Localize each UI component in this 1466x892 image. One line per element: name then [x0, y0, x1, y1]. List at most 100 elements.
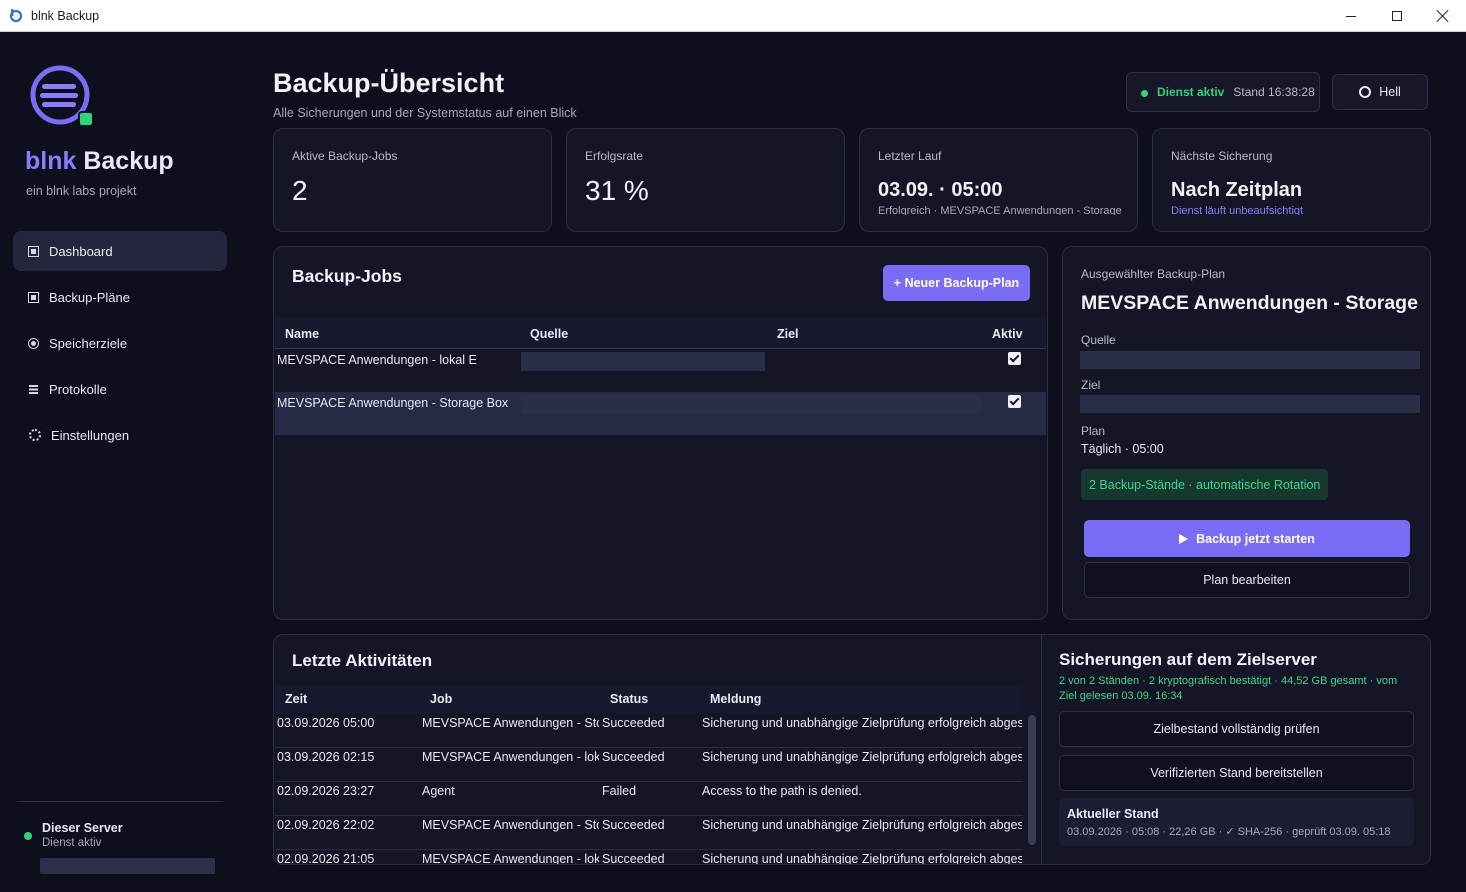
- job-name: MEVSPACE Anwendungen - Storage Box: [277, 396, 509, 410]
- activity-time: 02.09.2026 23:27: [277, 784, 375, 798]
- table-row[interactable]: 02.09.2026 23:27 Agent Failed Access to …: [275, 782, 1023, 816]
- activity-message: Sicherung und unabhängige Zielprüfung er…: [702, 716, 1022, 730]
- activities-panel: Letzte Aktivitäten Zeit Job Status Meldu…: [273, 634, 1431, 865]
- stat-note: Erfolgreich · MEVSPACE Anwendungen - Sto…: [878, 205, 1123, 215]
- column-header-source[interactable]: Quelle: [530, 327, 568, 341]
- table-row[interactable]: 02.09.2026 21:05 MEVSPACE Anwendungen - …: [275, 850, 1023, 865]
- status-timestamp: Stand 16:38:28: [1233, 85, 1315, 99]
- close-button[interactable]: [1420, 0, 1466, 32]
- sidebar-item-einstellungen[interactable]: Einstellungen: [13, 415, 227, 455]
- sidebar-item-dashboard[interactable]: Dashboard: [13, 231, 227, 271]
- sidebar-item-protokolle[interactable]: Protokolle: [13, 369, 227, 409]
- column-header-time[interactable]: Zeit: [285, 692, 307, 706]
- table-row[interactable]: 03.09.2026 05:00 MEVSPACE Anwendungen - …: [275, 714, 1023, 748]
- grid-icon: [28, 245, 39, 257]
- minimize-button[interactable]: [1328, 0, 1374, 32]
- activity-time: 03.09.2026 02:15: [277, 750, 375, 764]
- activity-job: MEVSPACE Anwendungen - lokal E: [422, 852, 599, 865]
- backup-jobs-title: Backup-Jobs: [292, 266, 402, 286]
- job-name: MEVSPACE Anwendungen - lokal E: [277, 353, 477, 367]
- brand-tagline: ein blnk labs projekt: [26, 184, 137, 198]
- brand-logo-icon: [30, 65, 94, 127]
- theme-toggle-button[interactable]: Hell: [1332, 74, 1428, 110]
- activities-scrollbar[interactable]: [1027, 713, 1036, 863]
- stat-label: Nächste Sicherung: [1171, 149, 1273, 163]
- service-status-text: Dienst aktiv: [1157, 85, 1225, 99]
- stat-value: 31 %: [585, 175, 649, 206]
- current-backup-box: Aktueller Stand 03.09.2026 · 05:08 · 22,…: [1059, 798, 1414, 846]
- sidebar-item-label: Backup-Pläne: [49, 289, 130, 305]
- status-dot-icon: [1141, 90, 1148, 97]
- column-header-message[interactable]: Meldung: [710, 692, 761, 706]
- close-icon: [1437, 10, 1449, 22]
- activity-job: MEVSPACE Anwendungen - Storage Box: [422, 716, 599, 730]
- theme-circle-icon: [1359, 86, 1372, 98]
- sidebar-item-label: Dashboard: [49, 243, 113, 259]
- theme-toggle-label: Hell: [1379, 85, 1401, 99]
- column-header-name[interactable]: Name: [285, 327, 319, 341]
- sidebar-item-speicherziele[interactable]: Speicherziele: [13, 323, 227, 363]
- stat-card-next-backup: Nächste Sicherung Nach Zeitplan Dienst l…: [1152, 128, 1431, 232]
- table-row-selected[interactable]: MEVSPACE Anwendungen - Storage Box: [275, 392, 1046, 435]
- scrollbar-thumb[interactable]: [1028, 715, 1036, 845]
- stat-card-last-run: Letzter Lauf 03.09. · 05:00 Erfolgreich …: [859, 128, 1138, 232]
- sidebar-item-backup-plaene[interactable]: Backup-Pläne: [13, 277, 227, 317]
- activity-status: Succeeded: [602, 750, 665, 764]
- activity-job: MEVSPACE Anwendungen - lokal E: [422, 750, 599, 764]
- selected-plan-title: MEVSPACE Anwendungen - Storage: [1081, 292, 1418, 314]
- activity-time: 03.09.2026 05:00: [277, 716, 375, 730]
- plan-label: Plan: [1081, 424, 1106, 438]
- table-row[interactable]: MEVSPACE Anwendungen - lokal E: [275, 349, 1046, 392]
- stat-label: Erfolgsrate: [585, 149, 644, 163]
- provide-verified-button[interactable]: Verifizierten Stand bereitstellen: [1059, 755, 1414, 791]
- column-header-status[interactable]: Status: [610, 692, 648, 706]
- plan-icon: [28, 291, 39, 303]
- column-header-target[interactable]: Ziel: [777, 327, 799, 341]
- minimize-icon: [1346, 15, 1356, 17]
- activity-job: Agent: [422, 784, 455, 798]
- server-name-redacted: [40, 858, 215, 874]
- target-path-redacted: [1080, 395, 1420, 413]
- table-row[interactable]: 02.09.2026 22:02 MEVSPACE Anwendungen - …: [275, 816, 1023, 850]
- maximize-button[interactable]: [1374, 0, 1420, 32]
- app-icon: [10, 9, 23, 23]
- rotation-badge: 2 Backup-Stände · automatische Rotation: [1081, 469, 1329, 500]
- current-backup-title: Aktueller Stand: [1067, 807, 1159, 821]
- job-source-redacted: [521, 352, 765, 371]
- selected-plan-label: Ausgewählter Backup-Plan: [1081, 267, 1226, 281]
- stat-label: Letzter Lauf: [878, 149, 942, 163]
- activity-status: Succeeded: [602, 818, 665, 832]
- sidebar-divider: [17, 801, 223, 802]
- sidebar: blnk Backup ein blnk labs projekt Dashbo…: [0, 32, 242, 892]
- activity-message: Sicherung und unabhängige Zielprüfung er…: [702, 852, 1022, 865]
- target-label: Ziel: [1081, 378, 1101, 392]
- server-status-dot: [24, 832, 32, 840]
- column-header-job[interactable]: Job: [430, 692, 452, 706]
- activity-message: Sicherung und unabhängige Zielprüfung er…: [702, 750, 1022, 764]
- window-title: blnk Backup: [31, 9, 100, 23]
- activity-time: 02.09.2026 21:05: [277, 852, 375, 865]
- start-backup-button[interactable]: Backup jetzt starten: [1084, 520, 1410, 557]
- stat-value: 2: [292, 175, 308, 206]
- sidebar-item-label: Einstellungen: [51, 427, 130, 443]
- stat-value: Nach Zeitplan: [1171, 179, 1303, 201]
- page-title: Backup-Übersicht: [273, 68, 505, 98]
- job-active-checkbox[interactable]: [1008, 395, 1021, 408]
- stat-label: Aktive Backup-Jobs: [292, 149, 398, 163]
- activity-job: MEVSPACE Anwendungen - Storage Box: [422, 818, 599, 832]
- check-target-button[interactable]: Zielbestand vollständig prüfen: [1059, 711, 1414, 747]
- window-titlebar: blnk Backup: [0, 0, 1466, 32]
- stat-note-link[interactable]: Dienst läuft unbeaufsichtigt: [1171, 205, 1416, 215]
- table-row[interactable]: 03.09.2026 02:15 MEVSPACE Anwendungen - …: [275, 748, 1023, 782]
- job-active-checkbox[interactable]: [1008, 352, 1021, 365]
- source-path-redacted: [1080, 351, 1420, 369]
- target-server-summary: 2 von 2 Ständen · 2 kryptografisch bestä…: [1059, 675, 1398, 702]
- edit-plan-button[interactable]: Plan bearbeiten: [1084, 562, 1410, 598]
- new-backup-plan-button[interactable]: + Neuer Backup-Plan: [883, 265, 1030, 301]
- jobs-table-header: Name Quelle Ziel Aktiv: [275, 317, 1046, 349]
- stat-value: 03.09. · 05:00: [878, 179, 1003, 201]
- column-header-active[interactable]: Aktiv: [992, 327, 1023, 341]
- source-label: Quelle: [1081, 333, 1116, 347]
- job-source-redacted: [521, 395, 981, 414]
- gear-icon: [29, 429, 41, 441]
